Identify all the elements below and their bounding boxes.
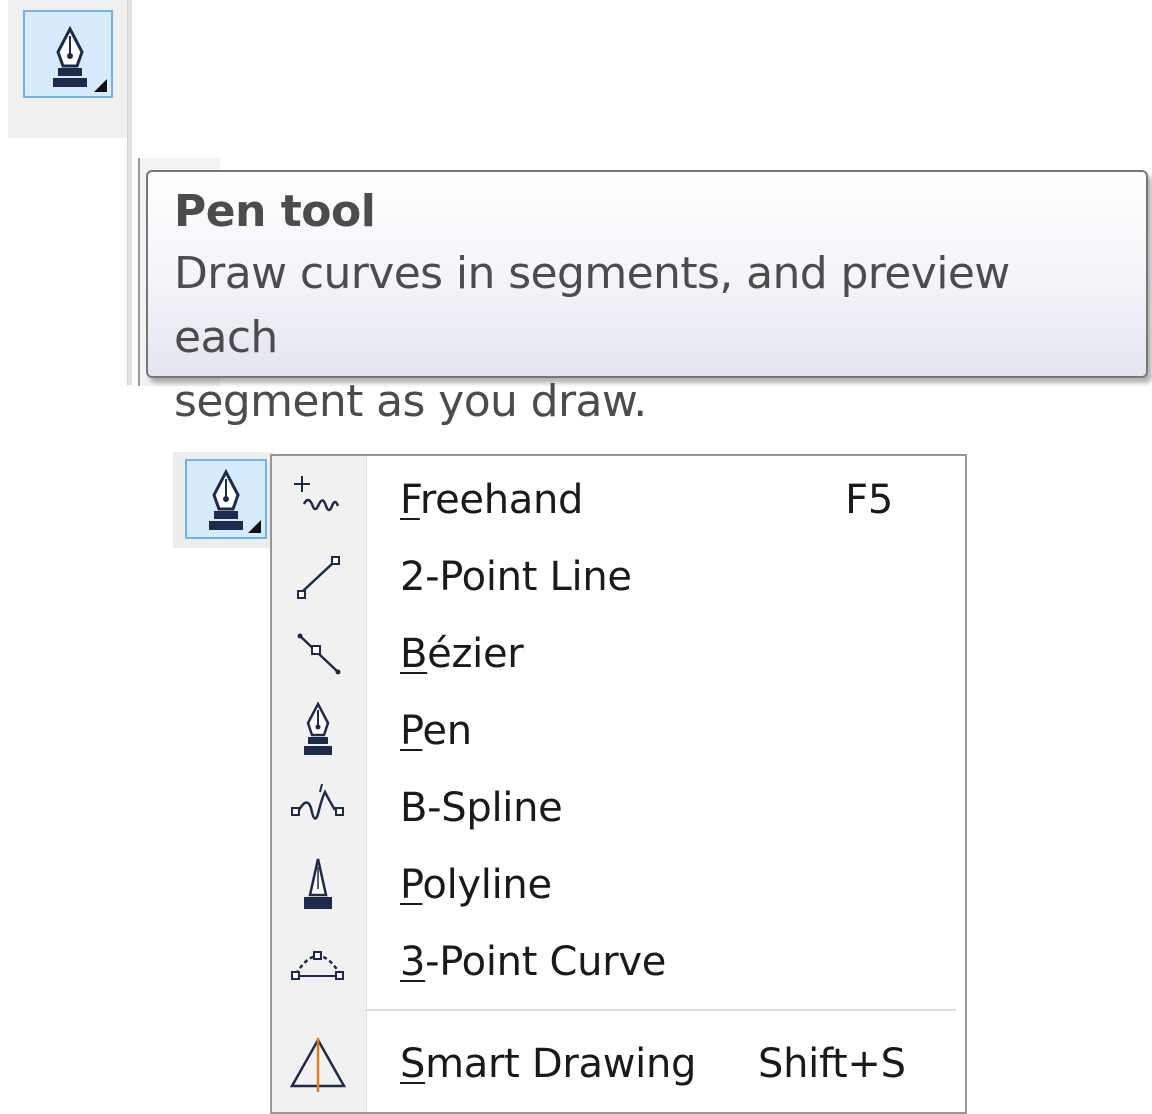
tooltip-title: Pen tool: [174, 186, 376, 237]
menu-item-3-point-curve[interactable]: 3-Point Curve: [272, 924, 965, 1000]
freehand-icon: [294, 476, 340, 512]
menu-item-label: Bézier: [400, 631, 524, 677]
curve-tools-flyout-menu: Freehand F5 2-Point Line Bézier Pen B-Sp…: [270, 454, 967, 1114]
flyout-indicator-icon: [248, 520, 261, 533]
toolbox-divider: [127, 0, 132, 385]
menu-item-label: Freehand: [400, 477, 584, 523]
tooltip-description: Draw curves in segments, and preview eac…: [174, 242, 1122, 434]
menu-item-label: Smart Drawing: [400, 1041, 697, 1087]
flyout-indicator-icon: [94, 79, 107, 92]
pen-nib-icon: [304, 701, 332, 755]
menu-item-shortcut: F5: [845, 477, 893, 523]
menu-separator: [366, 1009, 956, 1011]
menu-item-2-point-line[interactable]: 2-Point Line: [272, 539, 965, 615]
pen-tool-tooltip: Pen tool Draw curves in segments, and pr…: [146, 170, 1148, 427]
menu-item-bezier[interactable]: Bézier: [272, 616, 965, 692]
menu-item-freehand[interactable]: Freehand F5: [272, 462, 965, 538]
menu-item-pen[interactable]: Pen: [272, 693, 965, 769]
bezier-icon: [297, 633, 341, 675]
menu-item-label: 2-Point Line: [400, 554, 632, 600]
pen-nib-icon: [209, 469, 243, 530]
pen-tool-button[interactable]: [23, 10, 113, 98]
menu-item-label: Pen: [400, 708, 472, 754]
pen-tool-button-flyout[interactable]: [185, 459, 267, 539]
smart-drawing-icon: [289, 1037, 347, 1092]
menu-item-b-spline[interactable]: B-Spline: [272, 770, 965, 846]
tooltip-description-line-2: segment as you draw.: [174, 376, 647, 427]
menu-item-shortcut: Shift+S: [758, 1041, 906, 1087]
pen-nib-icon: [53, 26, 87, 87]
menu-item-polyline[interactable]: Polyline: [272, 847, 965, 923]
menu-item-label: 3-Point Curve: [400, 939, 667, 985]
b-spline-icon: [291, 783, 344, 820]
menu-item-label: B-Spline: [400, 785, 563, 831]
polyline-icon: [304, 858, 332, 909]
menu-item-label: Polyline: [400, 862, 552, 908]
tooltip-description-line-1: Draw curves in segments, and preview eac…: [174, 248, 1010, 363]
three-point-curve-icon: [291, 951, 344, 980]
two-point-line-icon: [297, 556, 340, 599]
menu-item-smart-drawing[interactable]: Smart Drawing Shift+S: [272, 1026, 965, 1102]
